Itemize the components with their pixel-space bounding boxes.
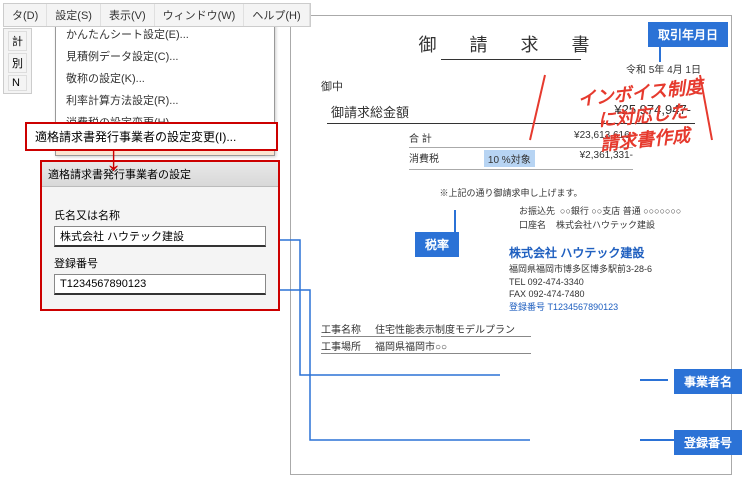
sidebar-chip: 計 [8,31,27,51]
menu-item[interactable]: タ(D) [4,4,47,26]
company-name: 株式会社 ハウテック建設 [509,244,713,261]
issuer-settings-dialog: 適格請求書発行事業者の設定 氏名又は名称 登録番号 [40,160,280,311]
acct-label: 口座名 [519,220,546,230]
sum-label: 合 計 [409,130,432,145]
invoice-date: 令和 5年 4月 1日 [626,61,701,76]
bank-value: ○○銀行 ○○支店 普通 ○○○○○○○ [560,206,681,216]
total-label: 御請求総金額 [331,102,409,121]
reg-value: T1234567890123 [548,302,619,312]
reg-input[interactable] [54,274,266,295]
reg-label: 登録番号 [509,302,545,312]
bank-label: お振込先 [519,206,555,216]
arrow-down-icon: ↓ [105,140,122,179]
sidebar-fragment: 計 別 N [3,28,32,94]
work-loc-label: 工事場所 [321,338,371,354]
menu-item[interactable]: 設定(S) [47,4,101,26]
tax-label: 消費税 [409,150,439,167]
company-fax: FAX 092-474-7480 [509,288,713,301]
invoice-note: ※上記の通り御請求申し上げます。 [309,186,713,199]
menubar: タ(D) 設定(S) 表示(V) ウィンドウ(W) ヘルプ(H) [3,3,311,27]
menu-option[interactable]: 見積例データ設定(C)... [56,45,274,67]
name-label: 氏名又は名称 [54,207,266,223]
company-tel: TEL 092-474-3340 [509,276,713,289]
badge-registration-number: 登録番号 [674,430,742,455]
menu-item[interactable]: ウィンドウ(W) [155,4,245,26]
work-name: 住宅性能表示制度モデルプラン [371,321,531,337]
badge-transaction-date: 取引年月日 [648,22,728,47]
menu-option[interactable]: 利率計算方法設定(R)... [56,89,274,111]
menu-item[interactable]: 表示(V) [101,4,155,26]
company-address: 福岡県福岡市博多区博多駅前3-28-6 [509,263,713,276]
reg-label: 登録番号 [54,255,266,271]
work-name-label: 工事名称 [321,321,371,337]
sidebar-chip: N [8,75,27,91]
acct-value: 株式会社ハウテック建設 [556,220,655,230]
menu-option[interactable]: 敬称の設定(K)... [56,67,274,89]
callout-invoice-system: インボイス制度に対応した請求書作成 [576,76,708,159]
dialog-title: 適格請求書発行事業者の設定 [42,162,278,187]
badge-tax-rate: 税率 [415,232,459,257]
badge-company-name: 事業者名 [674,369,742,394]
menu-item[interactable]: ヘルプ(H) [244,4,309,26]
highlighted-option-label: 適格請求書発行事業者の設定変更(I)... [25,122,278,151]
work-loc: 福岡県福岡市○○ [371,338,531,354]
sidebar-chip: 別 [8,53,27,73]
name-input[interactable] [54,226,266,247]
tax-rate: 10 %対象 [484,150,535,167]
